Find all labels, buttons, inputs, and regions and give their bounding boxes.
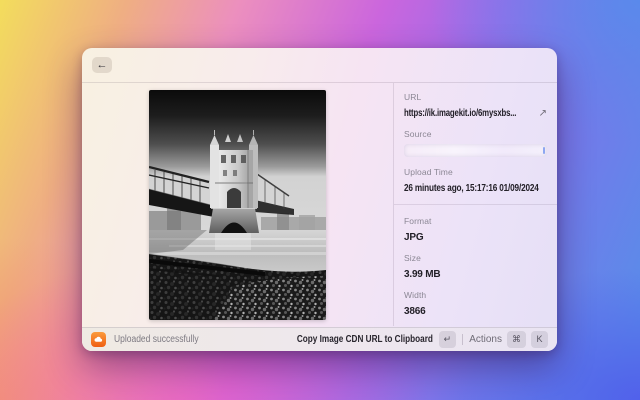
upload-time-value: 26 minutes ago, 15:17:16 01/09/2024 <box>404 183 539 194</box>
back-arrow-icon: ← <box>97 60 108 71</box>
k-key: K <box>531 331 548 348</box>
size-value: 3.99 MB <box>404 269 547 280</box>
field-width: Width 3866 <box>404 290 547 317</box>
status-bar-divider <box>462 334 463 345</box>
primary-action-label: Copy Image CDN URL to Clipboard <box>297 334 433 345</box>
imagekit-app-icon <box>91 332 106 347</box>
command-key-icon: ⌘ <box>507 331 526 348</box>
field-label: Source <box>404 129 547 139</box>
metadata-panel: URL https://ik.imagekit.io/6mysxbs... ↗ … <box>393 83 557 326</box>
return-key-icon: ↵ <box>439 331 457 348</box>
window-header: ← <box>82 48 557 83</box>
field-label: Size <box>404 253 547 263</box>
back-button[interactable]: ← <box>92 57 112 73</box>
status-text: Uploaded successfully <box>114 334 199 345</box>
cloud-icon <box>93 334 104 345</box>
external-link-icon[interactable]: ↗ <box>539 108 547 119</box>
field-size: Size 3.99 MB <box>404 253 547 280</box>
status-bar: Uploaded successfully Copy Image CDN URL… <box>82 327 557 351</box>
field-format: Format JPG <box>404 216 547 243</box>
panel-section-divider <box>394 204 557 205</box>
field-label: URL <box>404 92 547 102</box>
preview-area <box>82 83 393 326</box>
source-redacted-value <box>404 144 547 157</box>
field-url: URL https://ik.imagekit.io/6mysxbs... ↗ <box>404 92 547 119</box>
uploaded-image-preview <box>149 90 326 320</box>
field-source: Source <box>404 129 547 157</box>
copy-cdn-url-button[interactable]: Copy Image CDN URL to Clipboard ↵ <box>267 331 456 348</box>
raycast-window: ← <box>82 48 557 351</box>
field-label: Format <box>404 216 547 226</box>
tower-bridge-photo-illustration <box>149 90 326 320</box>
width-value: 3866 <box>404 306 547 317</box>
format-value: JPG <box>404 232 547 243</box>
field-label: Width <box>404 290 547 300</box>
content-area: URL https://ik.imagekit.io/6mysxbs... ↗ … <box>82 83 557 326</box>
field-label: Upload Time <box>404 167 547 177</box>
field-upload-time: Upload Time 26 minutes ago, 15:17:16 01/… <box>404 167 547 194</box>
url-value: https://ik.imagekit.io/6mysxbs... <box>404 108 516 119</box>
actions-button[interactable]: Actions ⌘ K <box>469 331 548 348</box>
actions-label: Actions <box>469 334 502 345</box>
